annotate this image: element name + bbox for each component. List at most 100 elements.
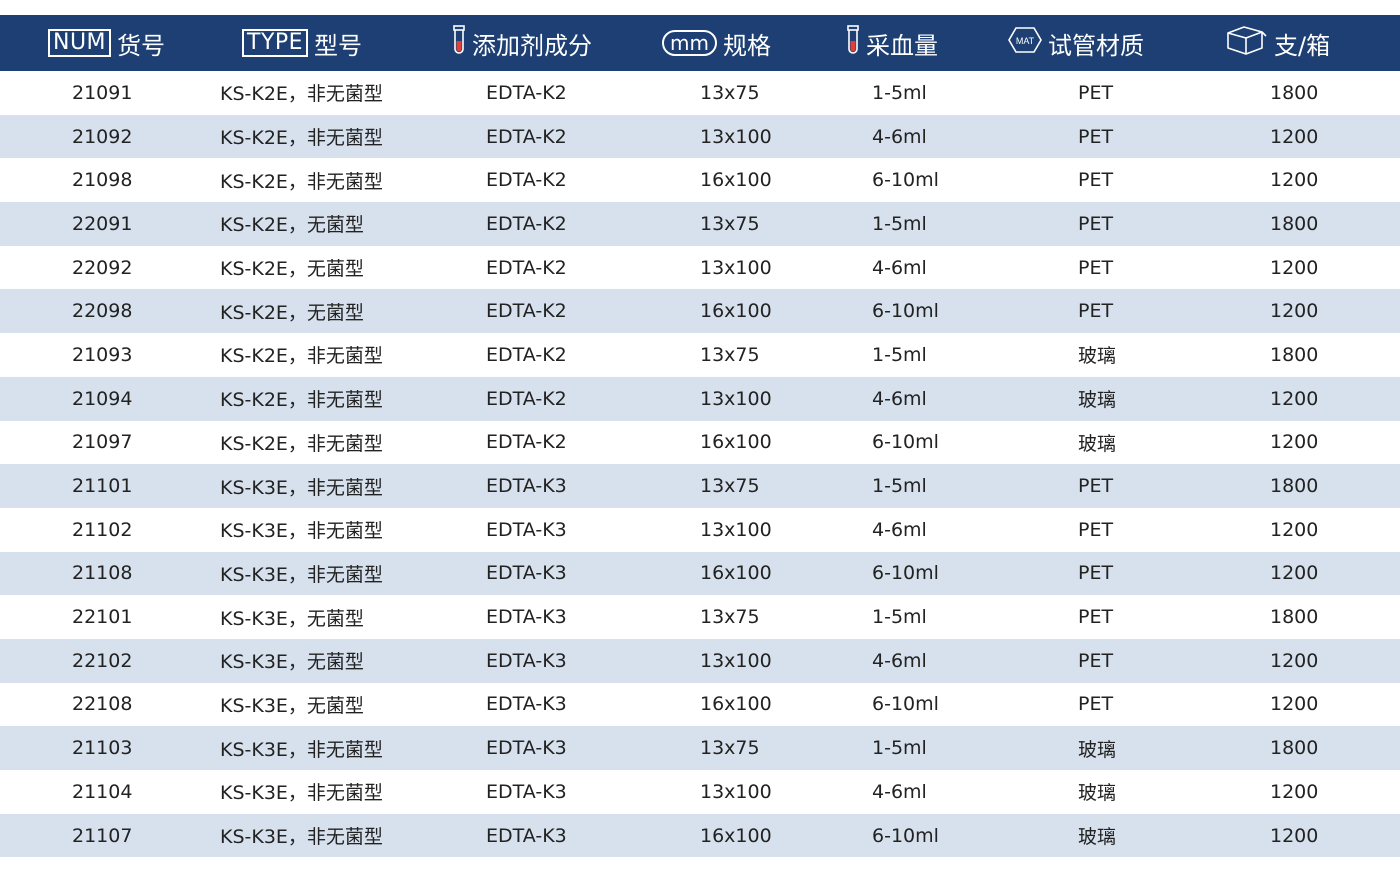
type-tag: TYPE [242, 29, 309, 57]
box-icon [1224, 24, 1268, 62]
table-row: 22102 KS-K3E，无菌型 EDTA-K3 13x100 4-6ml PET 1200 [0, 638, 1400, 683]
cell-spec: 16x100 [700, 431, 772, 454]
cell-type: KS-K3E，非无菌型 [220, 782, 383, 805]
cell-material: PET [1078, 475, 1114, 498]
cell-volume: 1-5ml [872, 475, 927, 498]
cell-box-qty: 1200 [1270, 824, 1319, 847]
cell-volume: 1-5ml [872, 606, 927, 629]
cell-additive: EDTA-K2 [486, 300, 567, 323]
table-header: NUM 货号 TYPE 型号 添加剂成分 mm 规格 采血量 MAT 试管材质 … [0, 15, 1400, 71]
cell-spec: 13x75 [700, 737, 760, 760]
cell-type: KS-K3E，非无菌型 [220, 563, 383, 586]
cell-additive: EDTA-K2 [486, 125, 567, 148]
cell-num: 21107 [72, 824, 133, 847]
table-row: 21092 KS-K2E，非无菌型 EDTA-K2 13x100 4-6ml PET 120… [0, 114, 1400, 159]
cell-additive: EDTA-K3 [486, 737, 567, 760]
cell-spec: 13x75 [700, 606, 760, 629]
cell-type: KS-K3E，非无菌型 [220, 520, 383, 543]
cell-type: KS-K3E，无菌型 [220, 651, 364, 674]
cell-additive: EDTA-K2 [486, 431, 567, 454]
table-row: 21103 KS-K3E，非无菌型 EDTA-K3 13x75 1-5ml 玻璃 1800 [0, 726, 1400, 770]
cell-additive: EDTA-K3 [486, 606, 567, 629]
cell-volume: 4-6ml [872, 518, 927, 541]
volume-label: 采血量 [866, 31, 938, 60]
table-row: 21094 KS-K2E，非无菌型 EDTA-K2 13x100 4-6ml 玻璃 1200 [0, 376, 1400, 421]
cell-type: KS-K3E，无菌型 [220, 607, 364, 630]
cell-spec: 13x100 [700, 518, 772, 541]
table-row: 21093 KS-K2E，非无菌型 EDTA-K2 13x75 1-5ml 玻璃 1800 [0, 333, 1400, 377]
cell-volume: 6-10ml [872, 169, 939, 192]
cell-num: 22091 [72, 212, 133, 235]
box-label: 支/箱 [1274, 31, 1331, 60]
type-label: 型号 [314, 31, 363, 60]
cell-type: KS-K2E，非无菌型 [220, 170, 383, 193]
cell-box-qty: 1800 [1270, 475, 1319, 498]
cell-material: 玻璃 [1078, 345, 1117, 368]
cell-material: PET [1078, 169, 1114, 192]
cell-additive: EDTA-K3 [486, 562, 567, 585]
cell-box-qty: 1200 [1270, 431, 1319, 454]
cell-volume: 4-6ml [872, 387, 927, 410]
cell-box-qty: 1200 [1270, 562, 1319, 585]
cell-box-qty: 1800 [1270, 212, 1319, 235]
cell-num: 21098 [72, 169, 133, 192]
cell-box-qty: 1200 [1270, 125, 1319, 148]
cell-additive: EDTA-K2 [486, 343, 567, 366]
cell-additive: EDTA-K2 [486, 81, 567, 104]
cell-spec: 13x100 [700, 125, 772, 148]
table-row: 21102 KS-K3E，非无菌型 EDTA-K3 13x100 4-6ml PET 120… [0, 508, 1400, 552]
table-body: 21091 KS-K2E，非无菌型 EDTA-K2 13x75 1-5ml PET 1800… [0, 71, 1400, 858]
cell-spec: 16x100 [700, 562, 772, 585]
product-table: NUM 货号 TYPE 型号 添加剂成分 mm 规格 采血量 MAT 试管材质 … [0, 15, 1400, 858]
cell-num: 21108 [72, 562, 133, 585]
cell-material: PET [1078, 649, 1114, 672]
cell-num: 21097 [72, 431, 133, 454]
cell-box-qty: 1200 [1270, 693, 1319, 716]
table-row: 22092 KS-K2E，无菌型 EDTA-K2 13x100 4-6ml PET 1200 [0, 246, 1400, 290]
cell-spec: 16x100 [700, 693, 772, 716]
cell-box-qty: 1800 [1270, 81, 1319, 104]
material-tag: MAT [1016, 36, 1035, 46]
cell-material: PET [1078, 693, 1114, 716]
cell-additive: EDTA-K3 [486, 518, 567, 541]
cell-box-qty: 1200 [1270, 387, 1319, 410]
cell-type: KS-K2E，非无菌型 [220, 127, 383, 150]
cell-spec: 13x100 [700, 649, 772, 672]
cell-box-qty: 1200 [1270, 518, 1319, 541]
cell-num: 21091 [72, 81, 133, 104]
hexagon-mat-icon: MAT [1008, 26, 1042, 60]
cell-volume: 4-6ml [872, 125, 927, 148]
table-row: 21097 KS-K2E，非无菌型 EDTA-K2 16x100 6-10ml 玻璃 120… [0, 421, 1400, 465]
header-type: TYPE 型号 [242, 15, 362, 71]
cell-spec: 13x75 [700, 212, 760, 235]
spec-tag: mm [662, 30, 717, 56]
cell-material: PET [1078, 606, 1114, 629]
cell-material: PET [1078, 562, 1114, 585]
cell-volume: 6-10ml [872, 431, 939, 454]
cell-type: KS-K2E，无菌型 [220, 258, 364, 281]
cell-additive: EDTA-K2 [486, 169, 567, 192]
cell-volume: 1-5ml [872, 81, 927, 104]
table-row: 22108 KS-K3E，无菌型 EDTA-K3 16x100 6-10ml PET 120… [0, 683, 1400, 727]
table-row: 21101 KS-K3E，非无菌型 EDTA-K3 13x75 1-5ml PET 1800 [0, 464, 1400, 508]
table-row: 21091 KS-K2E，非无菌型 EDTA-K2 13x75 1-5ml PET 1800 [0, 71, 1400, 115]
cell-volume: 6-10ml [872, 693, 939, 716]
cell-box-qty: 1200 [1270, 649, 1319, 672]
cell-num: 22101 [72, 606, 133, 629]
header-volume: 采血量 [846, 15, 938, 71]
header-box: 支/箱 [1224, 15, 1330, 71]
table-row: 21098 KS-K2E，非无菌型 EDTA-K2 16x100 6-10ml PET 12… [0, 158, 1400, 202]
cell-type: KS-K3E，非无菌型 [220, 738, 383, 761]
cell-additive: EDTA-K3 [486, 693, 567, 716]
cell-additive: EDTA-K3 [486, 824, 567, 847]
cell-num: 22098 [72, 300, 133, 323]
cell-box-qty: 1800 [1270, 737, 1319, 760]
cell-additive: EDTA-K2 [486, 387, 567, 410]
table-row: 22091 KS-K2E，无菌型 EDTA-K2 13x75 1-5ml PET 1800 [0, 202, 1400, 246]
cell-material: PET [1078, 300, 1114, 323]
cell-num: 21103 [72, 737, 133, 760]
cell-num: 21101 [72, 475, 133, 498]
table-row: 22098 KS-K2E，无菌型 EDTA-K2 16x100 6-10ml PET 120… [0, 289, 1400, 334]
cell-volume: 1-5ml [872, 343, 927, 366]
cell-additive: EDTA-K3 [486, 780, 567, 803]
